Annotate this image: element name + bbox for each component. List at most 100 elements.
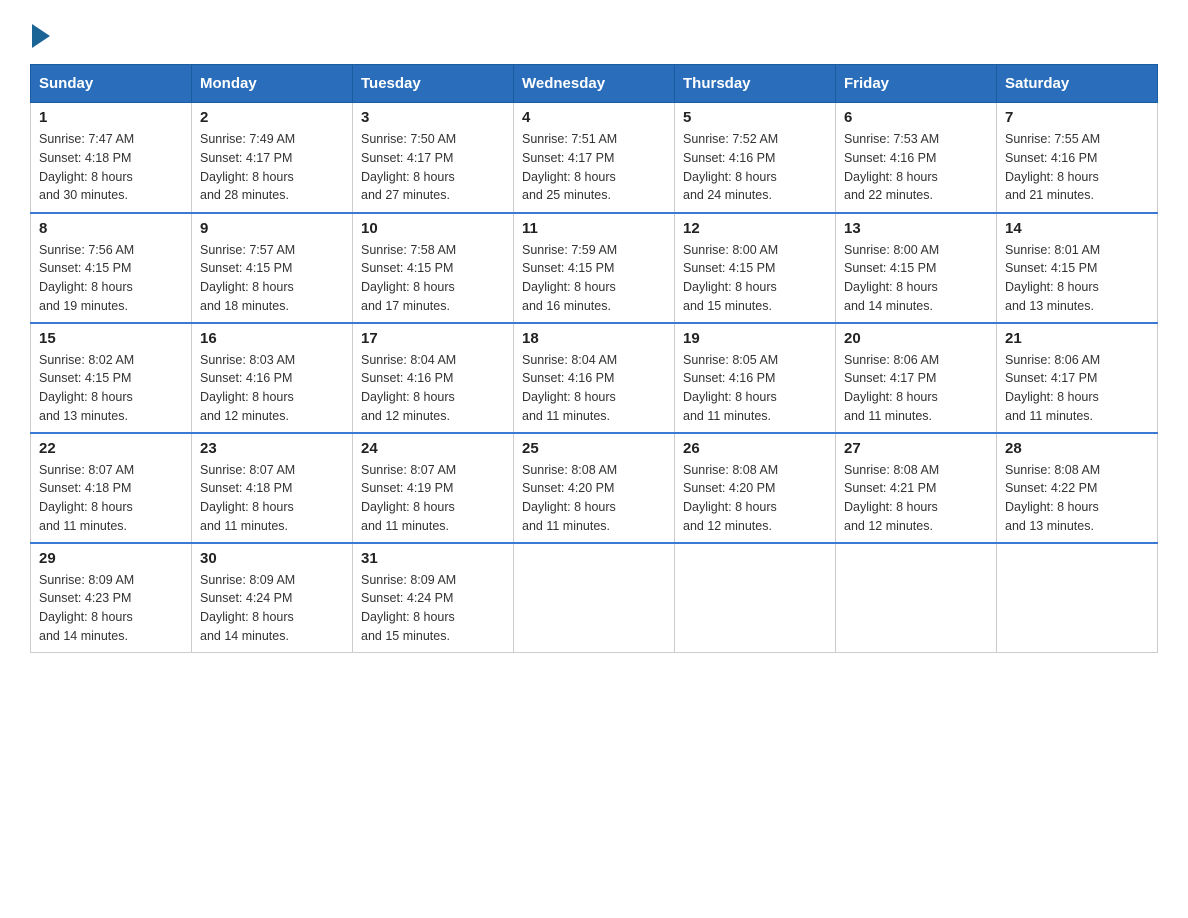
day-number: 18 xyxy=(522,330,666,347)
day-info: Sunrise: 8:06 AMSunset: 4:17 PMDaylight:… xyxy=(1005,351,1149,426)
calendar-cell: 30Sunrise: 8:09 AMSunset: 4:24 PMDayligh… xyxy=(192,543,353,653)
day-info: Sunrise: 8:01 AMSunset: 4:15 PMDaylight:… xyxy=(1005,241,1149,316)
day-info: Sunrise: 8:09 AMSunset: 4:24 PMDaylight:… xyxy=(361,571,505,646)
logo-triangle-icon xyxy=(32,24,50,48)
calendar-cell: 15 Sunrise: 8:02 AMSunset: 4:15 PMDayligh… xyxy=(31,323,192,433)
day-number: 15 xyxy=(39,330,183,347)
day-number: 16 xyxy=(200,330,344,347)
calendar-cell: 2 Sunrise: 7:49 AMSunset: 4:17 PMDaylight… xyxy=(192,103,353,213)
day-number: 4 xyxy=(522,109,666,126)
day-number: 8 xyxy=(39,220,183,237)
day-info: Sunrise: 7:56 AMSunset: 4:15 PMDaylight:… xyxy=(39,241,183,316)
calendar-cell: 29 Sunrise: 8:09 AMSunset: 4:23 PMDayligh… xyxy=(31,543,192,653)
day-info: Sunrise: 8:08 AMSunset: 4:20 PMDaylight:… xyxy=(683,461,827,536)
day-info: Sunrise: 8:03 AMSunset: 4:16 PMDaylight:… xyxy=(200,351,344,426)
day-info: Sunrise: 7:49 AMSunset: 4:17 PMDaylight:… xyxy=(200,130,344,205)
day-info: Sunrise: 7:55 AMSunset: 4:16 PMDaylight:… xyxy=(1005,130,1149,205)
day-number: 9 xyxy=(200,220,344,237)
calendar-cell: 17 Sunrise: 8:04 AMSunset: 4:16 PMDayligh… xyxy=(353,323,514,433)
day-info: Sunrise: 7:58 AMSunset: 4:15 PMDaylight:… xyxy=(361,241,505,316)
day-info: Sunrise: 7:50 AMSunset: 4:17 PMDaylight:… xyxy=(361,130,505,205)
day-number: 7 xyxy=(1005,109,1149,126)
day-info: Sunrise: 7:51 AMSunset: 4:17 PMDaylight:… xyxy=(522,130,666,205)
calendar-cell: 9Sunrise: 7:57 AMSunset: 4:15 PMDaylight… xyxy=(192,213,353,323)
calendar-week-row: 1 Sunrise: 7:47 AMSunset: 4:18 PMDaylight… xyxy=(31,103,1158,213)
day-info: Sunrise: 7:52 AMSunset: 4:16 PMDaylight:… xyxy=(683,130,827,205)
calendar-cell: 12Sunrise: 8:00 AMSunset: 4:15 PMDayligh… xyxy=(675,213,836,323)
day-number: 13 xyxy=(844,220,988,237)
calendar-cell: 3 Sunrise: 7:50 AMSunset: 4:17 PMDaylight… xyxy=(353,103,514,213)
calendar-cell: 6Sunrise: 7:53 AMSunset: 4:16 PMDaylight… xyxy=(836,103,997,213)
calendar-cell xyxy=(675,543,836,653)
calendar-cell: 23 Sunrise: 8:07 AMSunset: 4:18 PMDayligh… xyxy=(192,433,353,543)
logo xyxy=(30,20,50,44)
day-number: 26 xyxy=(683,440,827,457)
col-header-friday: Friday xyxy=(836,65,997,103)
day-number: 2 xyxy=(200,109,344,126)
calendar-cell: 14Sunrise: 8:01 AMSunset: 4:15 PMDayligh… xyxy=(997,213,1158,323)
day-number: 28 xyxy=(1005,440,1149,457)
calendar-table: SundayMondayTuesdayWednesdayThursdayFrid… xyxy=(30,64,1158,653)
calendar-cell xyxy=(997,543,1158,653)
calendar-cell: 8 Sunrise: 7:56 AMSunset: 4:15 PMDaylight… xyxy=(31,213,192,323)
calendar-cell: 21 Sunrise: 8:06 AMSunset: 4:17 PMDayligh… xyxy=(997,323,1158,433)
calendar-cell: 1 Sunrise: 7:47 AMSunset: 4:18 PMDaylight… xyxy=(31,103,192,213)
calendar-cell: 28 Sunrise: 8:08 AMSunset: 4:22 PMDayligh… xyxy=(997,433,1158,543)
day-number: 27 xyxy=(844,440,988,457)
col-header-monday: Monday xyxy=(192,65,353,103)
day-number: 24 xyxy=(361,440,505,457)
calendar-cell: 31Sunrise: 8:09 AMSunset: 4:24 PMDayligh… xyxy=(353,543,514,653)
page-header xyxy=(30,20,1158,44)
day-number: 10 xyxy=(361,220,505,237)
calendar-cell: 7 Sunrise: 7:55 AMSunset: 4:16 PMDaylight… xyxy=(997,103,1158,213)
day-number: 21 xyxy=(1005,330,1149,347)
day-number: 19 xyxy=(683,330,827,347)
day-number: 17 xyxy=(361,330,505,347)
day-info: Sunrise: 8:09 AMSunset: 4:23 PMDaylight:… xyxy=(39,571,183,646)
day-info: Sunrise: 8:04 AMSunset: 4:16 PMDaylight:… xyxy=(522,351,666,426)
day-number: 20 xyxy=(844,330,988,347)
calendar-cell: 11 Sunrise: 7:59 AMSunset: 4:15 PMDayligh… xyxy=(514,213,675,323)
calendar-week-row: 8 Sunrise: 7:56 AMSunset: 4:15 PMDaylight… xyxy=(31,213,1158,323)
col-header-wednesday: Wednesday xyxy=(514,65,675,103)
col-header-thursday: Thursday xyxy=(675,65,836,103)
day-info: Sunrise: 7:59 AMSunset: 4:15 PMDaylight:… xyxy=(522,241,666,316)
calendar-cell xyxy=(836,543,997,653)
day-number: 3 xyxy=(361,109,505,126)
calendar-cell: 22Sunrise: 8:07 AMSunset: 4:18 PMDayligh… xyxy=(31,433,192,543)
day-number: 23 xyxy=(200,440,344,457)
calendar-cell: 4 Sunrise: 7:51 AMSunset: 4:17 PMDaylight… xyxy=(514,103,675,213)
calendar-week-row: 29 Sunrise: 8:09 AMSunset: 4:23 PMDayligh… xyxy=(31,543,1158,653)
day-info: Sunrise: 8:09 AMSunset: 4:24 PMDaylight:… xyxy=(200,571,344,646)
day-number: 25 xyxy=(522,440,666,457)
day-info: Sunrise: 8:00 AMSunset: 4:15 PMDaylight:… xyxy=(844,241,988,316)
calendar-cell: 10 Sunrise: 7:58 AMSunset: 4:15 PMDayligh… xyxy=(353,213,514,323)
calendar-cell: 16 Sunrise: 8:03 AMSunset: 4:16 PMDayligh… xyxy=(192,323,353,433)
day-info: Sunrise: 7:47 AMSunset: 4:18 PMDaylight:… xyxy=(39,130,183,205)
col-header-saturday: Saturday xyxy=(997,65,1158,103)
day-info: Sunrise: 8:07 AMSunset: 4:19 PMDaylight:… xyxy=(361,461,505,536)
calendar-cell: 25 Sunrise: 8:08 AMSunset: 4:20 PMDayligh… xyxy=(514,433,675,543)
calendar-cell xyxy=(514,543,675,653)
day-number: 1 xyxy=(39,109,183,126)
day-number: 29 xyxy=(39,550,183,567)
day-info: Sunrise: 8:07 AMSunset: 4:18 PMDaylight:… xyxy=(200,461,344,536)
day-info: Sunrise: 8:08 AMSunset: 4:22 PMDaylight:… xyxy=(1005,461,1149,536)
calendar-week-row: 15 Sunrise: 8:02 AMSunset: 4:15 PMDayligh… xyxy=(31,323,1158,433)
col-header-sunday: Sunday xyxy=(31,65,192,103)
day-info: Sunrise: 8:08 AMSunset: 4:20 PMDaylight:… xyxy=(522,461,666,536)
day-number: 22 xyxy=(39,440,183,457)
day-info: Sunrise: 8:02 AMSunset: 4:15 PMDaylight:… xyxy=(39,351,183,426)
day-number: 6 xyxy=(844,109,988,126)
day-info: Sunrise: 8:08 AMSunset: 4:21 PMDaylight:… xyxy=(844,461,988,536)
calendar-cell: 24 Sunrise: 8:07 AMSunset: 4:19 PMDayligh… xyxy=(353,433,514,543)
calendar-header-row: SundayMondayTuesdayWednesdayThursdayFrid… xyxy=(31,65,1158,103)
calendar-cell: 19Sunrise: 8:05 AMSunset: 4:16 PMDayligh… xyxy=(675,323,836,433)
day-number: 5 xyxy=(683,109,827,126)
calendar-cell: 13 Sunrise: 8:00 AMSunset: 4:15 PMDayligh… xyxy=(836,213,997,323)
day-number: 11 xyxy=(522,220,666,237)
col-header-tuesday: Tuesday xyxy=(353,65,514,103)
day-info: Sunrise: 8:04 AMSunset: 4:16 PMDaylight:… xyxy=(361,351,505,426)
calendar-week-row: 22 Sunrise: 8:07 AMSunset: 4:18 PMDayligh… xyxy=(31,433,1158,543)
day-info: Sunrise: 8:00 AMSunset: 4:15 PMDaylight:… xyxy=(683,241,827,316)
